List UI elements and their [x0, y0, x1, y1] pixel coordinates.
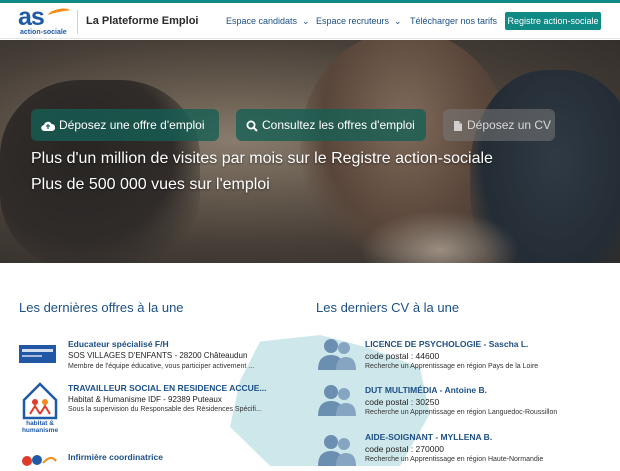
cv-postal-code: code postal : 270000 [365, 444, 444, 454]
cv-title[interactable]: AIDE-SOIGNANT - MYLLENA B. [365, 432, 492, 442]
browse-jobs-button[interactable]: Consultez les offres d'emploi [236, 109, 426, 141]
nav-label: Espace recruteurs [316, 16, 390, 26]
offer-description: Sous la supervision du Responsable des R… [68, 406, 262, 413]
logo-subtitle: action-sociale [20, 29, 67, 36]
cv-postal-code: code postal : 30250 [365, 397, 440, 407]
offer-title[interactable]: Educateur spécialisé F/H [68, 339, 169, 349]
logo-text: as [18, 3, 45, 31]
offer-employer: SOS VILLAGES D'ENFANTS - 28200 Châteaudu… [68, 351, 248, 360]
offer-title[interactable]: TRAVAILLEUR SOCIAL EN RESIDENCE ACCUE... [68, 383, 267, 393]
logo-caption: habitat & humanisme [21, 420, 59, 434]
file-icon [454, 121, 462, 131]
logo-detail [22, 349, 53, 352]
cv-postal-code: code postal : 44600 [365, 351, 440, 361]
nav-label: Télécharger nos tarifs [410, 16, 498, 26]
button-label: Déposez un CV [467, 118, 552, 132]
nav-label: Espace candidats [226, 16, 298, 26]
employer-logo[interactable] [19, 452, 57, 466]
cv-section-title: Les derniers CV à la une [316, 300, 460, 315]
button-label: Consultez les offres d'emploi [262, 118, 415, 132]
cv-description: Recherche un Apprentissage en région Hau… [365, 456, 544, 463]
chevron-down-icon: ⌄ [394, 16, 402, 26]
cloud-upload-icon [41, 121, 56, 132]
search-icon [246, 120, 258, 132]
nav-telecharger-tarifs[interactable]: Télécharger nos tarifs [410, 16, 497, 26]
registre-button[interactable]: Registre action-sociale [505, 12, 601, 30]
site-header: as action-sociale La Plateforme Emploi E… [0, 3, 620, 39]
candidate-avatar-icon [318, 339, 356, 370]
employer-logo[interactable] [19, 345, 56, 363]
hero-stat-visits: Plus d'un million de visites par mois su… [31, 150, 493, 167]
offers-section-title: Les dernières offres à la une [19, 300, 184, 315]
chevron-down-icon: ⌄ [302, 16, 310, 26]
cv-title[interactable]: LICENCE DE PSYCHOLOGIE - Sascha L. [365, 339, 528, 349]
employer-logo-graphic [22, 455, 57, 466]
logo-detail [22, 355, 42, 357]
hero-stat-views: Plus de 500 000 vues sur l'emploi [31, 176, 270, 193]
cv-description: Recherche un Apprentissage en région Lan… [365, 409, 558, 416]
candidate-avatar-icon [318, 435, 356, 466]
house-icon [22, 382, 58, 420]
candidate-avatar-icon [318, 385, 356, 416]
post-job-button[interactable]: Déposez une offre d'emploi [31, 109, 219, 141]
nav-espace-candidats[interactable]: Espace candidats ⌄ [226, 16, 310, 27]
button-label: Déposez une offre d'emploi [59, 118, 205, 132]
site-logo[interactable]: as action-sociale [18, 3, 74, 37]
offer-title[interactable]: Infirmière coordinatrice [68, 452, 163, 462]
cv-title[interactable]: DUT MULTIMÉDIA - Antoine B. [365, 385, 487, 395]
post-cv-button[interactable]: Déposez un CV [443, 109, 555, 141]
offer-employer: Habitat & Humanisme IDF - 92389 Puteaux [68, 395, 222, 404]
habitat-humanisme-logo[interactable]: habitat & humanisme [21, 380, 59, 438]
offer-description: Membre de l'équipe éducative, vous parti… [68, 363, 255, 370]
cv-description: Recherche un Apprentissage en région Pay… [365, 363, 539, 370]
platform-title: La Plateforme Emploi [86, 15, 199, 27]
header-divider [77, 10, 78, 34]
logo-swoosh [47, 6, 71, 20]
nav-espace-recruteurs[interactable]: Espace recruteurs ⌄ [316, 16, 402, 27]
